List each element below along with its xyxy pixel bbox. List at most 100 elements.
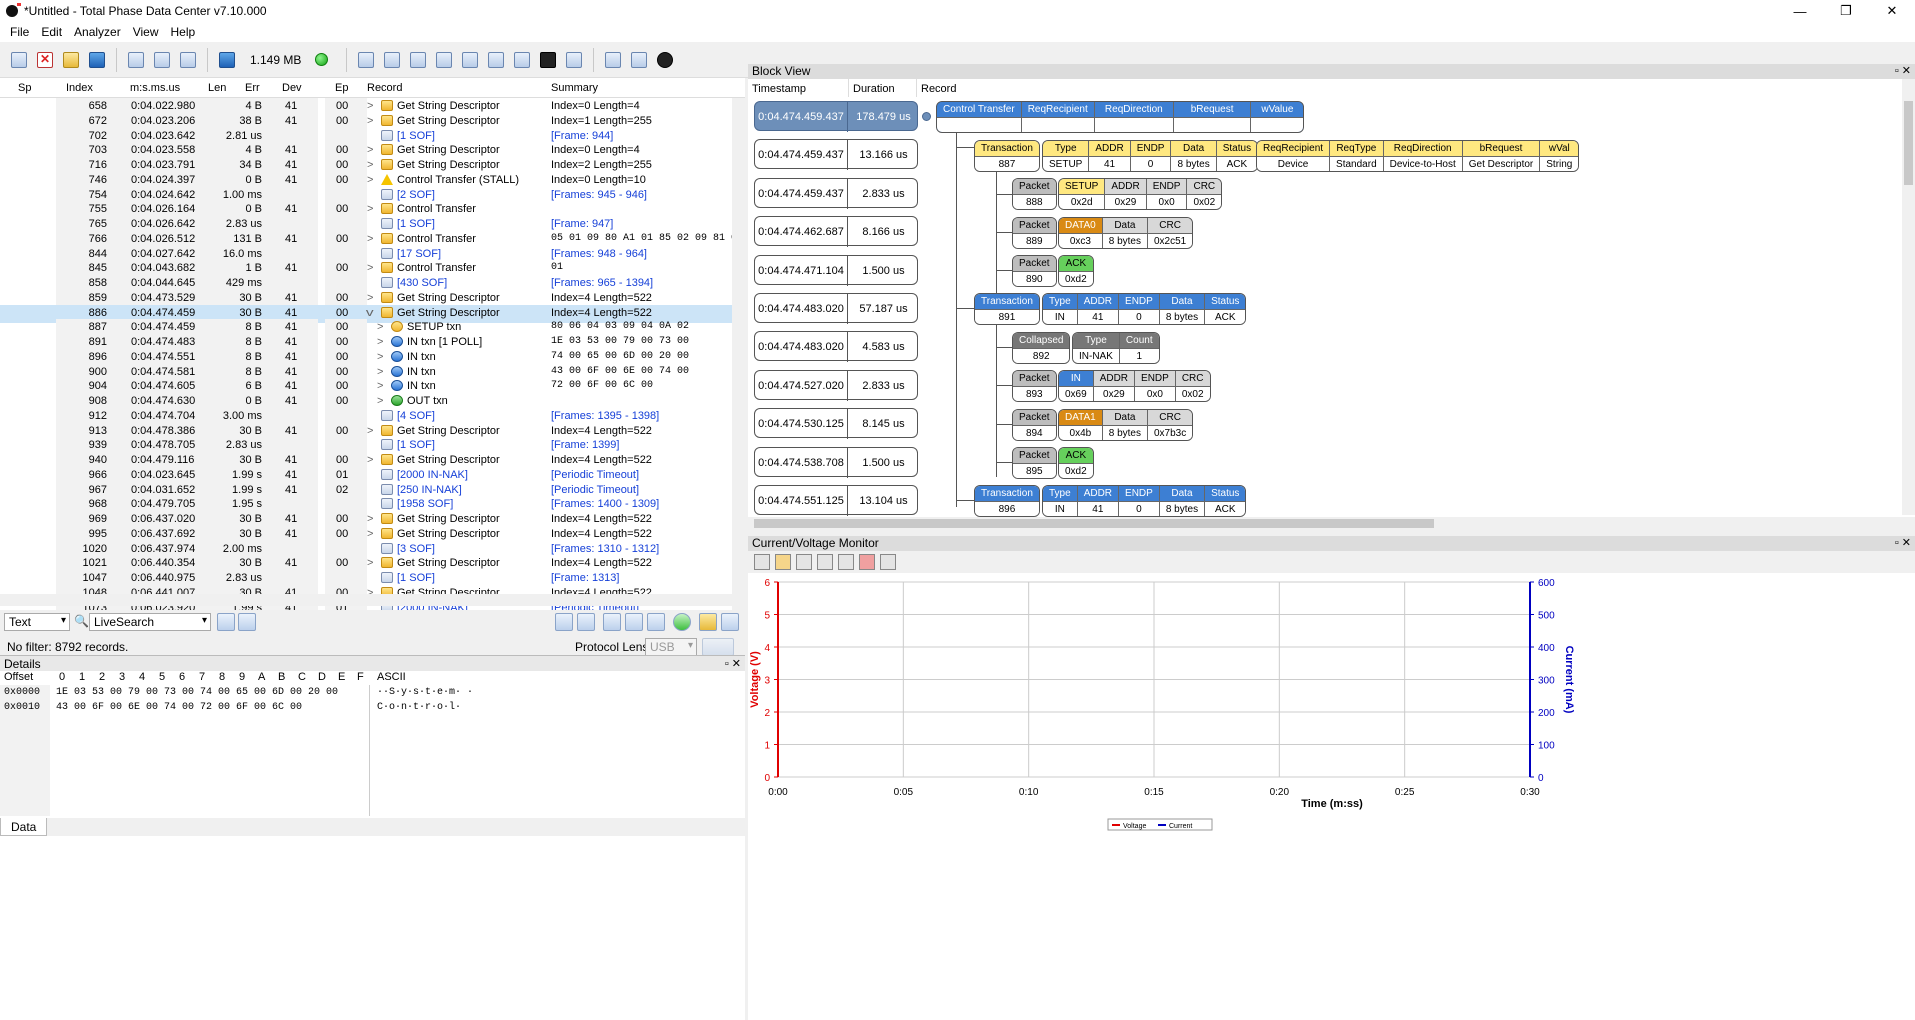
row-expander-icon[interactable]: > — [377, 366, 383, 378]
packet-block[interactable]: Packet 894 — [1012, 409, 1057, 441]
transaction-block[interactable]: Transaction 896 — [974, 485, 1040, 517]
maximize-button[interactable]: ❐ — [1823, 0, 1869, 22]
packet-fields-block[interactable]: SETUP 0x2d ADDR 0x29 ENDP 0x0 CRC 0x02 — [1058, 178, 1223, 210]
protocol-lens-select[interactable]: USB — [645, 638, 697, 656]
view-mode-select[interactable]: Text — [4, 613, 70, 631]
col-record[interactable]: Record — [367, 82, 402, 94]
row-expander-icon[interactable]: > — [367, 233, 373, 245]
timestamp-block[interactable]: 0:04.474.462.687 8.166 us — [754, 216, 918, 248]
close-window-button[interactable]: ✕ — [1869, 0, 1915, 22]
measure-icon[interactable] — [880, 554, 896, 570]
timestamp-block[interactable]: 0:04.474.551.125 13.104 us — [754, 485, 918, 516]
monitor-save-icon[interactable] — [775, 554, 791, 570]
tab-data[interactable]: Data — [0, 818, 48, 836]
zoom-fit-icon[interactable] — [796, 554, 812, 570]
search-next-icon[interactable] — [238, 613, 256, 631]
capture-icon[interactable] — [216, 49, 238, 71]
details-pane-controls-icon[interactable]: ▫ ✕ — [725, 657, 741, 670]
row-expander-icon[interactable]: > — [367, 454, 373, 466]
menu-edit[interactable]: Edit — [35, 25, 68, 39]
table-vertical-scrollbar[interactable] — [732, 98, 745, 664]
row-expander-icon[interactable]: > — [377, 395, 383, 407]
filter-on-icon[interactable] — [673, 613, 691, 631]
packet-block[interactable]: Packet 890 — [1012, 255, 1057, 287]
device-icon[interactable] — [125, 49, 147, 71]
row-expander-icon[interactable]: > — [367, 425, 373, 437]
monitor-clear-icon[interactable] — [754, 554, 770, 570]
go-bookmark-icon[interactable] — [625, 613, 643, 631]
row-expander-icon[interactable]: > — [367, 557, 373, 569]
zoom-in-icon[interactable] — [817, 554, 833, 570]
row-expander-icon[interactable]: > — [367, 159, 373, 171]
col-err[interactable]: Err — [245, 82, 260, 94]
row-expander-icon[interactable]: > — [367, 528, 373, 540]
packet-block[interactable]: Packet 895 — [1012, 447, 1057, 479]
row-expander-icon[interactable]: > — [367, 115, 373, 127]
print-icon[interactable] — [628, 49, 650, 71]
timestamp-block[interactable]: 0:04.474.530.125 8.145 us — [754, 408, 918, 440]
protocol-options-icon[interactable] — [702, 638, 734, 656]
col-summary[interactable]: Summary — [551, 82, 598, 94]
monitor-pane-controls-icon[interactable]: ▫ ✕ — [1895, 536, 1911, 549]
search-prev-icon[interactable] — [217, 613, 235, 631]
transaction-block[interactable]: Transaction 891 — [974, 293, 1040, 325]
highlight-icon[interactable] — [699, 613, 717, 631]
packet-block[interactable]: Packet 889 — [1012, 217, 1057, 249]
timestamp-block[interactable]: 0:04.474.471.104 1.500 us — [754, 254, 918, 286]
block-view-pane-controls-icon[interactable]: ▫ ✕ — [1895, 64, 1911, 77]
row-expander-icon[interactable]: > — [367, 144, 373, 156]
logo-bomb-icon[interactable] — [654, 49, 676, 71]
packet-fields-block[interactable]: DATA0 0xc3 Data 8 bytes CRC 0x2c51 — [1058, 217, 1194, 249]
bug-icon[interactable] — [537, 49, 559, 71]
packet-fields-block[interactable]: ACK 0xd2 — [1058, 447, 1094, 479]
timestamp-block[interactable]: 0:04.474.459.437 178.479 us — [754, 101, 918, 132]
export-icon[interactable] — [602, 49, 624, 71]
close-file-icon[interactable] — [34, 49, 56, 71]
expand-all-icon[interactable] — [555, 613, 573, 631]
col-time[interactable]: m:s.ms.us — [130, 82, 180, 94]
col-dev[interactable]: Dev — [282, 82, 302, 94]
transaction-details-block[interactable]: Type SETUP ADDR 41 ENDP 0 Data 8 bytes Status ACK — [1042, 140, 1259, 172]
col-ep[interactable]: Ep — [335, 82, 348, 94]
waveform-icon[interactable] — [485, 49, 507, 71]
transaction-details-block[interactable]: Type IN ADDR 41 ENDP 0 Data 8 bytes Status ACK — [1042, 485, 1247, 517]
details-view-icon[interactable] — [433, 49, 455, 71]
menu-analyzer[interactable]: Analyzer — [68, 25, 127, 39]
clear-filter-icon[interactable] — [721, 613, 739, 631]
block-view-horizontal-scrollbar[interactable] — [748, 517, 1915, 530]
new-file-icon[interactable] — [8, 49, 30, 71]
collapsed-block[interactable]: Collapsed 892 — [1012, 332, 1071, 364]
terminal-icon[interactable] — [355, 49, 377, 71]
row-expander-icon[interactable]: > — [367, 262, 373, 274]
row-expander-icon[interactable]: > — [367, 203, 373, 215]
block-view-vertical-scrollbar[interactable] — [1902, 79, 1915, 515]
menu-help[interactable]: Help — [165, 25, 202, 39]
chart-icon[interactable] — [563, 49, 585, 71]
row-expander-icon[interactable]: > — [377, 351, 383, 363]
timestamp-block[interactable]: 0:04.474.483.020 4.583 us — [754, 331, 918, 363]
control-transfer-block[interactable]: Control Transfer 886 ReqRecipient Device Req… — [936, 101, 1305, 133]
go-last-icon[interactable] — [647, 613, 665, 631]
timestamp-block[interactable]: 0:04.474.538.708 1.500 us — [754, 446, 918, 478]
save-icon[interactable] — [86, 49, 108, 71]
transaction-details-block[interactable]: Type IN ADDR 41 ENDP 0 Data 8 bytes Status ACK — [1042, 293, 1247, 325]
block-view-icon[interactable] — [407, 49, 429, 71]
collapsed-details-block[interactable]: Type IN-NAK Count 1 — [1072, 332, 1160, 364]
row-expander-icon[interactable]: > — [377, 336, 383, 348]
row-expander-icon[interactable]: > — [367, 513, 373, 525]
open-folder-icon[interactable] — [60, 49, 82, 71]
menu-file[interactable]: File — [4, 25, 35, 39]
col-sp[interactable]: Sp — [18, 82, 31, 94]
cursor-icon[interactable] — [838, 554, 854, 570]
row-expander-icon[interactable]: > — [377, 380, 383, 392]
collapse-all-icon[interactable] — [577, 613, 595, 631]
table-horizontal-scrollbar[interactable] — [0, 594, 745, 606]
row-expander-icon[interactable]: v — [366, 307, 374, 319]
timestamp-block[interactable]: 0:04.474.527.020 2.833 us — [754, 369, 918, 401]
row-expander-icon[interactable]: > — [377, 321, 383, 333]
minimize-button[interactable]: — — [1777, 0, 1823, 22]
col-len[interactable]: Len — [208, 82, 226, 94]
row-expander-icon[interactable]: > — [367, 100, 373, 112]
go-first-icon[interactable] — [603, 613, 621, 631]
table-view-icon[interactable] — [381, 49, 403, 71]
